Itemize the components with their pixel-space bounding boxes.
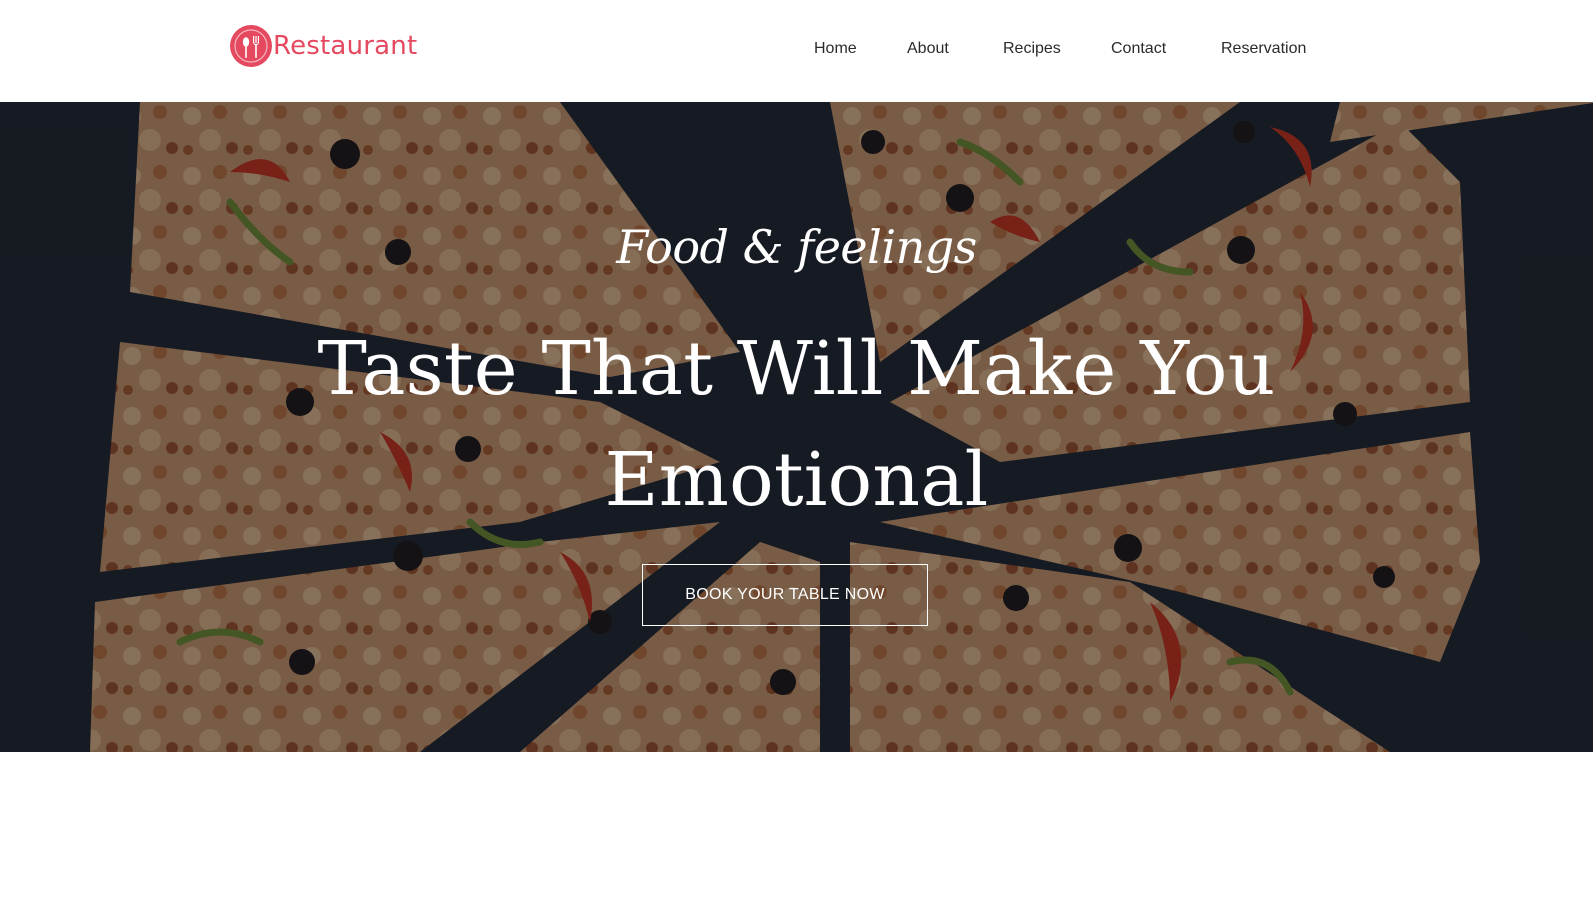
book-table-button[interactable]: BOOK YOUR TABLE NOW [642, 564, 928, 626]
main-nav: Home About Recipes Contact Reservation [0, 38, 1593, 60]
hero-section: Food & feelings Taste That Will Make You… [0, 102, 1593, 752]
nav-about[interactable]: About [907, 38, 949, 60]
hero-headline: Taste That Will Make You Emotional [317, 326, 1276, 523]
top-navbar: Restaurant Home About Recipes Contact Re… [0, 0, 1593, 102]
hero-tagline: Food & feelings [616, 220, 977, 274]
nav-reservation[interactable]: Reservation [1221, 38, 1306, 60]
nav-contact[interactable]: Contact [1111, 38, 1166, 60]
nav-recipes[interactable]: Recipes [1003, 38, 1061, 60]
nav-home[interactable]: Home [814, 38, 857, 60]
hero-content: Food & feelings Taste That Will Make You… [0, 102, 1593, 752]
